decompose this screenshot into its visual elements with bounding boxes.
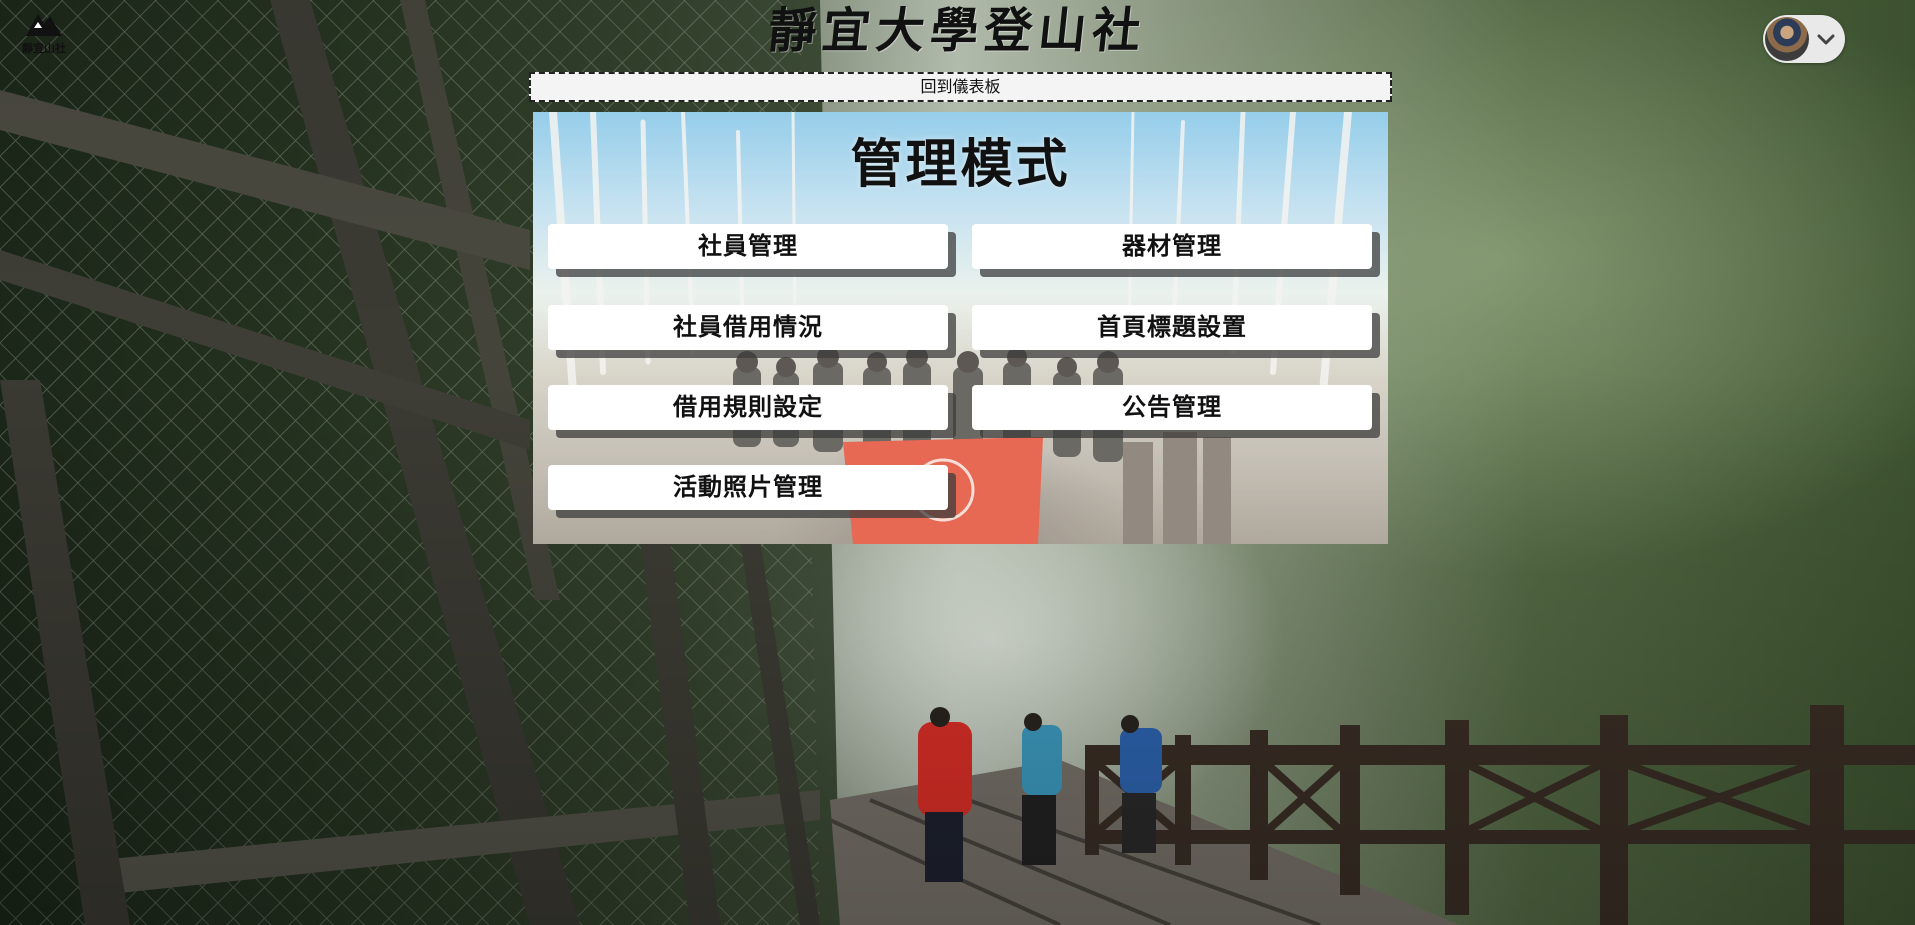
- announcement-management-button[interactable]: 公告管理: [972, 385, 1372, 430]
- panel-title: 管理模式: [850, 135, 1071, 195]
- borrowing-rules-button[interactable]: 借用規則設定: [548, 385, 948, 430]
- activity-photo-management-button[interactable]: 活動照片管理: [548, 465, 948, 510]
- equipment-management-button[interactable]: 器材管理: [972, 224, 1372, 269]
- back-to-dashboard-button[interactable]: 回到儀表板: [529, 72, 1392, 102]
- user-avatar[interactable]: [1765, 17, 1809, 61]
- chevron-down-icon[interactable]: [1815, 28, 1837, 50]
- member-borrowing-status-button[interactable]: 社員借用情況: [548, 305, 948, 350]
- homepage-title-settings-button[interactable]: 首頁標題設置: [972, 305, 1372, 350]
- site-title: 靜宜大學登山社: [765, 3, 1150, 59]
- profile-menu-button[interactable]: [1763, 15, 1845, 63]
- admin-panel: 管理模式 社員管理 器材管理 社員借用情況 首頁標題設置 借用規則設定 公告管理…: [533, 112, 1388, 544]
- member-management-button[interactable]: 社員管理: [548, 224, 948, 269]
